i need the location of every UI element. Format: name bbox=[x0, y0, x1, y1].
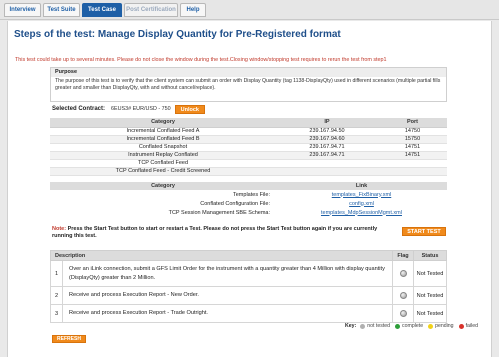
feed-category: Incremental Conflated Feed A bbox=[50, 127, 276, 136]
feeds-header-category: Category bbox=[50, 118, 276, 128]
steps-table: Description Flag Status 1 Over an iLink … bbox=[50, 250, 447, 323]
contract-value: 6EUS3# EUR/USD - 750 bbox=[111, 106, 171, 112]
tab-help[interactable]: Help bbox=[180, 3, 206, 17]
start-test-note: Note: Press the Start Test button to sta… bbox=[52, 226, 392, 240]
table-row: Conflated Configuration File: config.xml bbox=[50, 199, 447, 208]
step-number: 3 bbox=[50, 304, 63, 323]
purpose-heading: Purpose bbox=[51, 68, 446, 77]
flag-not-tested-icon bbox=[399, 292, 407, 299]
pending-dot-icon bbox=[428, 323, 434, 329]
feed-port: 14750 bbox=[378, 127, 447, 136]
step-number: 1 bbox=[50, 260, 63, 287]
feed-ip: 239.167.94.71 bbox=[276, 143, 378, 152]
tab-test-case[interactable]: Test Case bbox=[82, 3, 122, 17]
tab-post-certification: Post Certification bbox=[124, 3, 178, 17]
table-row: Incremental Conflated Feed A 239.167.94.… bbox=[50, 127, 447, 136]
flag-not-tested-icon bbox=[399, 310, 407, 317]
feed-ip: 239.167.94.50 bbox=[276, 127, 378, 136]
purpose-box: Purpose The purpose of this test is to v… bbox=[50, 67, 447, 102]
note-text: Press the Start Test button to start or … bbox=[52, 226, 378, 239]
key-not-tested: not tested bbox=[367, 323, 391, 329]
steps-header-status: Status bbox=[413, 250, 447, 261]
feed-port: 14751 bbox=[378, 151, 447, 160]
step-status: Not Tested bbox=[413, 304, 447, 323]
flag-not-tested-icon bbox=[399, 270, 407, 277]
feed-ip: 239.167.94.60 bbox=[276, 135, 378, 144]
tab-test-suite[interactable]: Test Suite bbox=[43, 3, 80, 17]
feed-port bbox=[378, 159, 447, 168]
table-row: 3 Receive and process Execution Report -… bbox=[50, 304, 447, 323]
feed-port: 15750 bbox=[378, 135, 447, 144]
table-row: TCP Conflated Feed bbox=[50, 159, 447, 168]
feeds-header-port: Port bbox=[378, 118, 447, 128]
feed-category: TCP Conflated Feed - Credit Screened bbox=[50, 167, 276, 176]
purpose-text: The purpose of this test is to verify th… bbox=[55, 78, 441, 91]
failed-dot-icon bbox=[458, 323, 464, 329]
step-description: Receive and process Execution Report - T… bbox=[62, 304, 393, 323]
templates-file-link[interactable]: templates_FixBinary.xml bbox=[332, 192, 392, 198]
steps-header-flag: Flag bbox=[392, 250, 414, 261]
table-row: 1 Over an iLink connection, submit a GFS… bbox=[50, 260, 447, 287]
complete-dot-icon bbox=[395, 323, 401, 329]
link-category: Conflated Configuration File: bbox=[200, 200, 270, 207]
feed-ip: 239.167.94.71 bbox=[276, 151, 378, 160]
table-row: Instrument Replay Conflated 239.167.94.7… bbox=[50, 151, 447, 160]
links-header-category: Category bbox=[50, 182, 276, 190]
selected-contract: Selected Contract: 6EUS3# EUR/USD - 750 … bbox=[52, 104, 205, 114]
table-row: Incremental Conflated Feed B 239.167.94.… bbox=[50, 135, 447, 144]
feed-category: Incremental Conflated Feed B bbox=[50, 135, 276, 144]
warning-message: This test could take up to several minut… bbox=[15, 57, 387, 63]
step-description: Over an iLink connection, submit a GFS L… bbox=[62, 260, 393, 287]
feed-category: Conflated Snapshot bbox=[50, 143, 276, 152]
key-label: Key: bbox=[345, 323, 357, 329]
feeds-table: Category IP Port Incremental Conflated F… bbox=[50, 118, 447, 176]
page-title: Steps of the test: Manage Display Quanti… bbox=[14, 29, 341, 40]
feed-port: 14751 bbox=[378, 143, 447, 152]
step-number: 2 bbox=[50, 286, 63, 305]
key-pending: pending bbox=[435, 323, 454, 329]
config-file-link[interactable]: config.xml bbox=[349, 201, 374, 207]
unlock-button[interactable]: Unlock bbox=[174, 104, 205, 114]
step-status: Not Tested bbox=[413, 286, 447, 305]
status-key: Key: not tested complete pending failed bbox=[345, 323, 483, 329]
links-header-link: Link bbox=[276, 182, 447, 190]
not-tested-dot-icon bbox=[360, 323, 366, 329]
feed-ip bbox=[276, 167, 378, 176]
table-row: Templates File: templates_FixBinary.xml bbox=[50, 190, 447, 199]
tab-interview[interactable]: Interview bbox=[4, 3, 41, 17]
contract-label: Selected Contract: bbox=[52, 106, 106, 112]
feed-category: Instrument Replay Conflated bbox=[50, 151, 276, 160]
link-category: TCP Session Management SBE Schema: bbox=[168, 209, 270, 216]
sbe-schema-link[interactable]: templates_MdpSessionMgmt.xml bbox=[321, 210, 402, 216]
table-row: TCP Session Management SBE Schema: templ… bbox=[50, 208, 447, 217]
feed-port bbox=[378, 167, 447, 176]
feed-ip bbox=[276, 159, 378, 168]
links-table: Category Link Templates File: templates_… bbox=[50, 182, 447, 217]
key-complete: complete bbox=[402, 323, 424, 329]
table-row: TCP Conflated Feed - Credit Screened bbox=[50, 167, 447, 176]
table-row: 2 Receive and process Execution Report -… bbox=[50, 286, 447, 305]
tab-bar: Interview Test Suite Test Case Post Cert… bbox=[0, 0, 499, 20]
feeds-header-ip: IP bbox=[276, 118, 378, 128]
link-category: Templates File: bbox=[233, 191, 270, 198]
step-description: Receive and process Execution Report - N… bbox=[62, 286, 393, 305]
step-status: Not Tested bbox=[413, 260, 447, 287]
key-failed: failed bbox=[465, 323, 478, 329]
note-label: Note: bbox=[52, 226, 67, 232]
start-test-button[interactable]: START TEST bbox=[402, 227, 446, 236]
table-row: Conflated Snapshot 239.167.94.71 14751 bbox=[50, 143, 447, 152]
steps-header-description: Description bbox=[50, 250, 393, 261]
refresh-button[interactable]: REFRESH bbox=[52, 335, 86, 343]
feed-category: TCP Conflated Feed bbox=[50, 159, 276, 168]
